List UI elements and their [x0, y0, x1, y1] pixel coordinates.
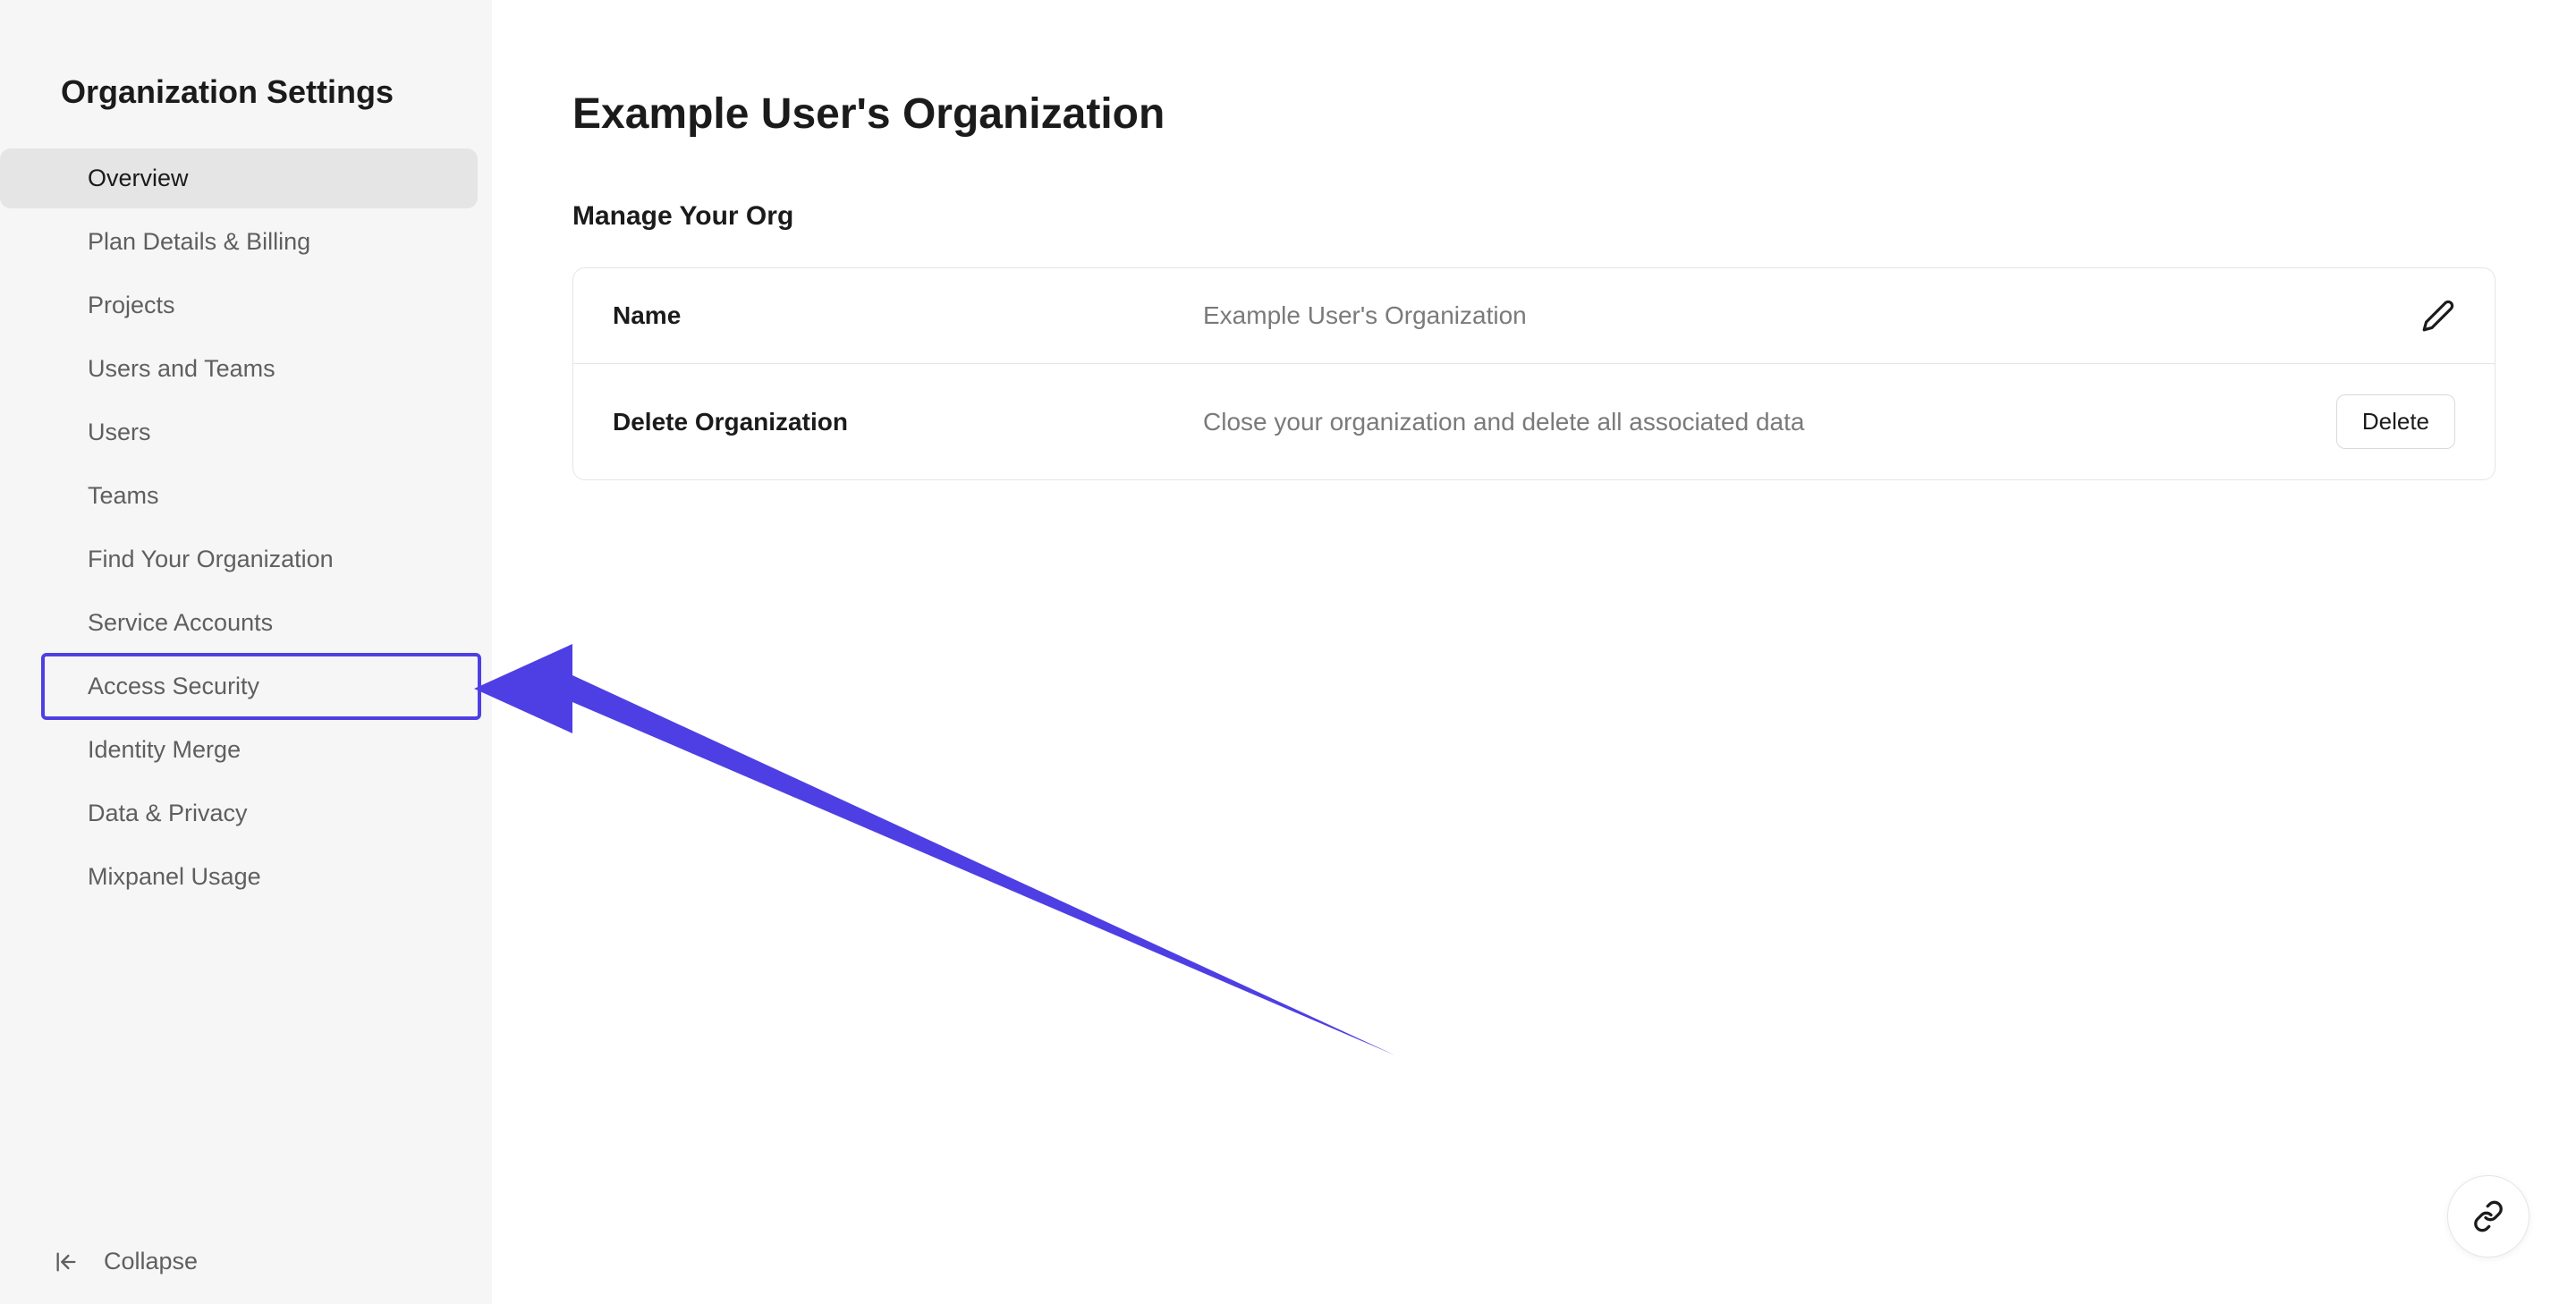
collapse-icon	[54, 1249, 79, 1274]
row-value-name: Example User's Organization	[1203, 301, 2421, 330]
sidebar: Organization Settings Overview Plan Deta…	[0, 0, 492, 1304]
sidebar-item-identity-merge[interactable]: Identity Merge	[0, 720, 478, 780]
collapse-button[interactable]: Collapse	[0, 1219, 492, 1304]
page-title: Example User's Organization	[572, 89, 2496, 139]
settings-row-name: Name Example User's Organization	[573, 268, 2495, 364]
delete-button[interactable]: Delete	[2336, 394, 2455, 449]
sidebar-item-users[interactable]: Users	[0, 402, 478, 462]
floating-link-button[interactable]	[2447, 1175, 2529, 1257]
row-value-delete: Close your organization and delete all a…	[1203, 408, 2336, 436]
sidebar-item-access-security[interactable]: Access Security	[45, 656, 478, 716]
sidebar-item-projects[interactable]: Projects	[0, 275, 478, 335]
sidebar-item-label: Users	[88, 419, 151, 445]
sidebar-title: Organization Settings	[0, 0, 492, 147]
sidebar-item-label: Plan Details & Billing	[88, 228, 310, 255]
sidebar-item-overview[interactable]: Overview	[0, 148, 478, 208]
sidebar-item-plan-details-billing[interactable]: Plan Details & Billing	[0, 212, 478, 272]
sidebar-item-label: Data & Privacy	[88, 800, 248, 826]
sidebar-item-label: Access Security	[88, 673, 259, 699]
sidebar-item-label: Overview	[88, 165, 189, 191]
sidebar-item-service-accounts[interactable]: Service Accounts	[0, 593, 478, 653]
settings-row-delete: Delete Organization Close your organizat…	[573, 364, 2495, 479]
sidebar-item-data-privacy[interactable]: Data & Privacy	[0, 783, 478, 843]
sidebar-item-label: Identity Merge	[88, 736, 241, 763]
row-label-delete: Delete Organization	[613, 408, 1203, 436]
section-title: Manage Your Org	[572, 201, 2496, 232]
sidebar-item-label: Teams	[88, 482, 159, 509]
row-action-edit[interactable]	[2421, 299, 2455, 333]
row-label-name: Name	[613, 301, 1203, 330]
sidebar-item-mixpanel-usage[interactable]: Mixpanel Usage	[0, 847, 478, 907]
link-icon	[2472, 1200, 2504, 1232]
sidebar-item-teams[interactable]: Teams	[0, 466, 478, 526]
annotation-arrow	[474, 572, 1422, 1073]
main-content: Example User's Organization Manage Your …	[492, 0, 2576, 1304]
sidebar-item-label: Find Your Organization	[88, 546, 334, 572]
sidebar-item-label: Mixpanel Usage	[88, 863, 261, 890]
pencil-icon	[2421, 299, 2455, 333]
sidebar-item-label: Users and Teams	[88, 355, 275, 382]
sidebar-item-label: Service Accounts	[88, 609, 273, 636]
sidebar-nav: Overview Plan Details & Billing Projects…	[0, 147, 492, 909]
sidebar-item-find-your-organization[interactable]: Find Your Organization	[0, 529, 478, 589]
sidebar-item-users-and-teams[interactable]: Users and Teams	[0, 339, 478, 399]
settings-card: Name Example User's Organization Delete …	[572, 267, 2496, 480]
sidebar-item-label: Projects	[88, 292, 175, 318]
collapse-label: Collapse	[104, 1248, 198, 1275]
